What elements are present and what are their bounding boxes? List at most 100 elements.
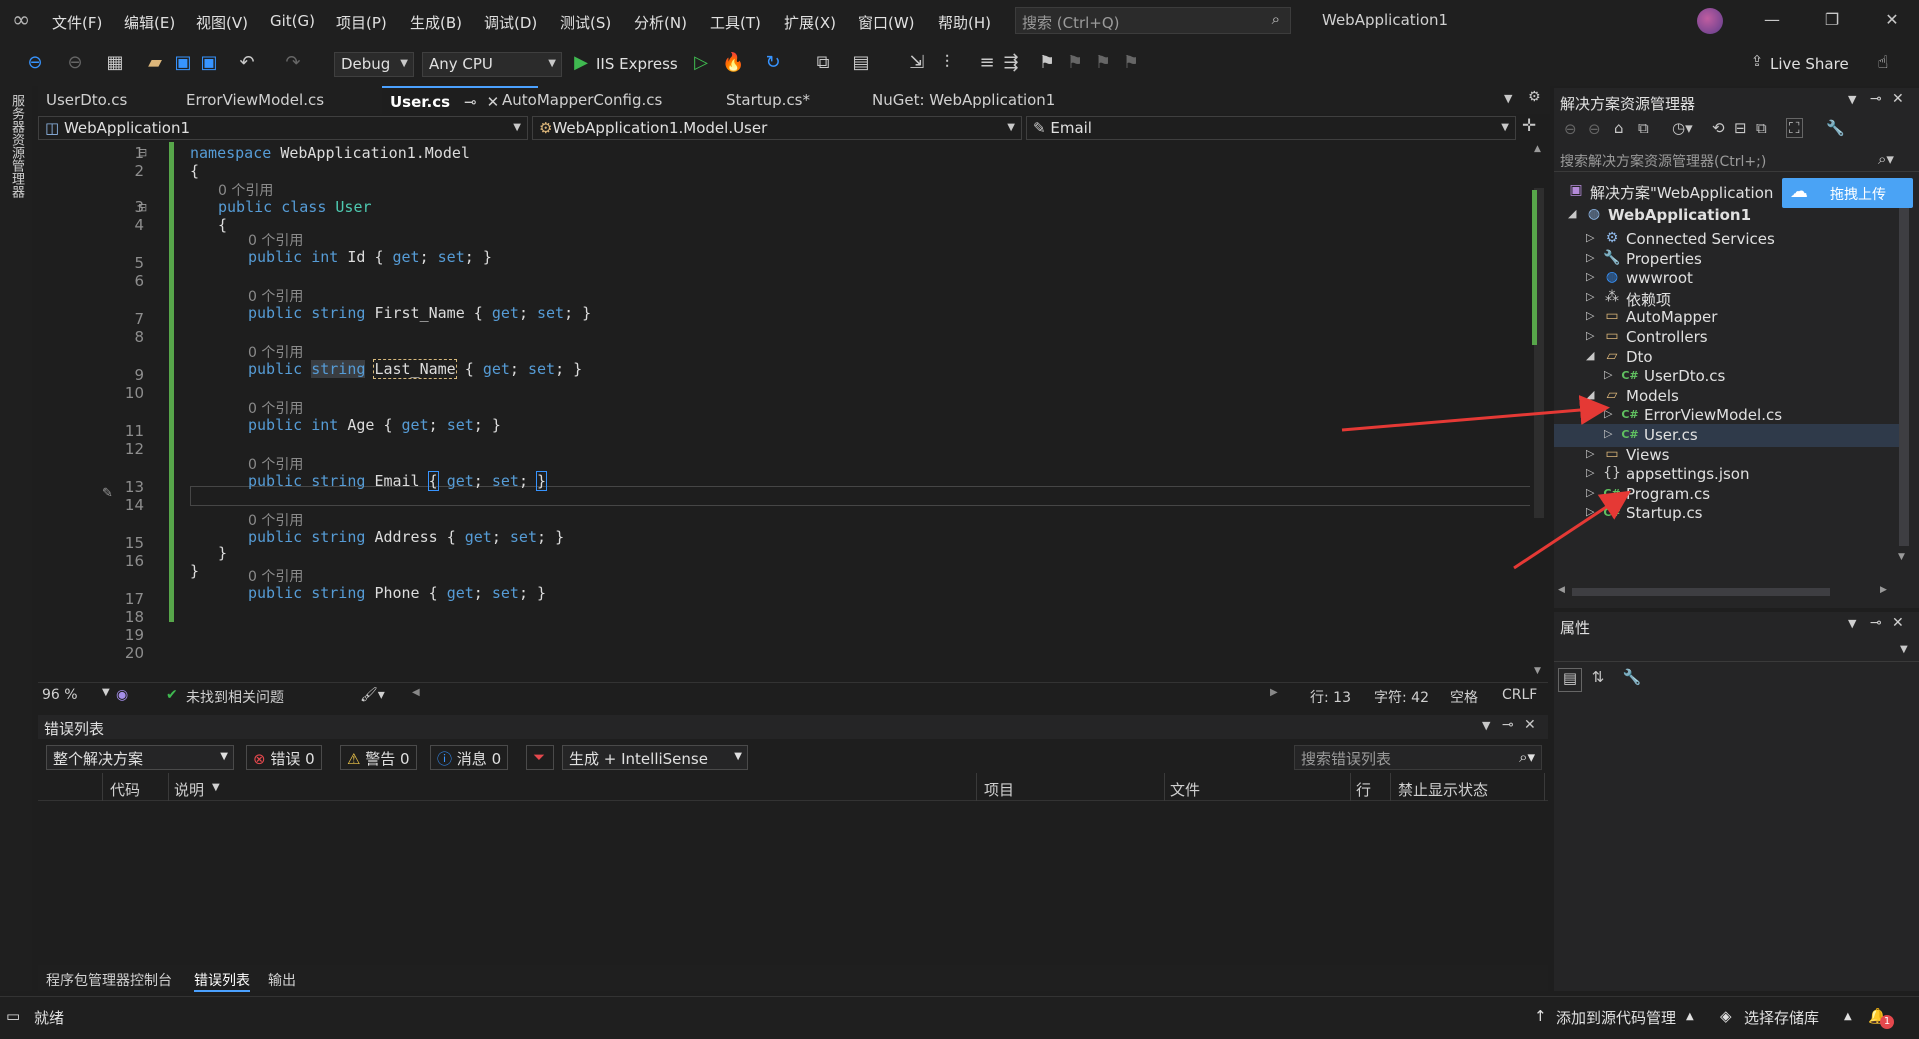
avatar[interactable] <box>1697 8 1723 34</box>
quick-actions-icon[interactable]: ✎ <box>102 486 113 501</box>
errors-filter-button[interactable]: ⊗ 错误 0 <box>246 745 322 770</box>
source-select[interactable]: 生成 + IntelliSense ▼ <box>562 745 748 770</box>
layout-icon[interactable]: ▤ <box>850 52 872 73</box>
feedback-icon[interactable]: ☝ <box>1872 52 1894 73</box>
zoom-level[interactable]: 96 % <box>42 687 78 703</box>
expand-arrow-icon[interactable]: ▷ <box>1586 447 1598 460</box>
bookmark-clear-icon[interactable]: ⚑ <box>1120 52 1142 73</box>
menu-debug[interactable]: 调试(D) <box>484 12 537 32</box>
bookmark-prev-icon[interactable]: ⚑ <box>1064 52 1086 73</box>
add-source-control-button[interactable]: 添加到源代码管理 <box>1556 1007 1676 1028</box>
live-share-icon[interactable]: ⇪ <box>1746 52 1768 70</box>
code-editor[interactable]: 1 2 3 4 5 6 7 8 9 10 11 12 13 14 15 16 17 18 19 20 ⊟ ⊟ ✎ na… <box>38 142 1548 682</box>
split-editor-icon[interactable]: ✛ <box>1522 116 1536 136</box>
column-suppression[interactable]: 禁止显示状态 <box>1398 779 1488 800</box>
filter-icon[interactable]: ⏷ <box>526 745 554 770</box>
forward-icon[interactable]: ⊖ <box>64 52 86 73</box>
upload-widget[interactable]: ☁ 拖拽上传 <box>1782 178 1913 208</box>
menu-extensions[interactable]: 扩展(X) <box>784 12 836 32</box>
step-icon[interactable]: ⇲ <box>906 52 928 73</box>
scroll-down-icon[interactable]: ▼ <box>1898 552 1905 562</box>
column-file[interactable]: 文件 <box>1170 779 1200 800</box>
whitespace-indicator[interactable]: 空格 <box>1450 687 1478 707</box>
hscrollbar-thumb[interactable] <box>1572 588 1830 596</box>
menu-project[interactable]: 项目(P) <box>336 12 387 32</box>
expand-arrow-icon[interactable]: ▷ <box>1586 309 1598 322</box>
gear-icon[interactable]: ⚙ <box>1528 89 1541 105</box>
expand-arrow-icon[interactable]: ▷ <box>1604 407 1616 420</box>
new-project-icon[interactable]: ▦ <box>104 52 126 73</box>
expand-arrow-icon[interactable]: ▷ <box>1586 329 1598 342</box>
warnings-filter-button[interactable]: ⚠ 警告 0 <box>340 745 417 770</box>
error-search-input[interactable]: 搜索错误列表 ⌕▾ <box>1294 745 1542 770</box>
expand-arrow-icon[interactable]: ▷ <box>1586 486 1598 499</box>
sync-icon[interactable]: ⟲ <box>1712 119 1725 137</box>
menu-view[interactable]: 视图(V) <box>196 12 248 32</box>
scroll-up-icon[interactable]: ▲ <box>1534 144 1541 154</box>
member-nav-select[interactable]: ✎ Email ▼ <box>1026 116 1516 140</box>
menu-analyze[interactable]: 分析(N) <box>634 12 687 32</box>
tab-userdto[interactable]: UserDto.cs <box>38 86 135 114</box>
collapse-arrow-icon[interactable]: ◢ <box>1586 349 1598 362</box>
copilot-icon[interactable]: ◉ <box>116 687 128 703</box>
chevron-up-icon[interactable]: ▲ <box>1844 1011 1852 1022</box>
char-indicator[interactable]: 字符: 42 <box>1374 687 1429 707</box>
forward-icon[interactable]: ⊖ <box>1588 120 1601 138</box>
preview-icon[interactable]: ⛶ <box>1786 118 1803 138</box>
type-nav-select[interactable]: ⚙WebApplication1.Model.User ▼ <box>532 116 1022 140</box>
project-nav-select[interactable]: ◫ WebApplication1 ▼ <box>38 116 528 140</box>
menu-git[interactable]: Git(G) <box>270 12 315 32</box>
tab-nuget[interactable]: NuGet: WebApplication1 <box>864 86 1063 114</box>
scrollbar-thumb[interactable] <box>1899 194 1909 546</box>
expand-arrow-icon[interactable]: ▷ <box>1586 270 1598 283</box>
line-indicator[interactable]: 行: 13 <box>1310 687 1351 707</box>
eol-indicator[interactable]: CRLF <box>1502 687 1537 703</box>
indent-icon[interactable]: ≡ <box>976 52 998 73</box>
menu-build[interactable]: 生成(B) <box>410 12 462 32</box>
restore-icon[interactable]: ❐ <box>1820 10 1844 30</box>
split-icon[interactable]: ⫶ <box>936 52 958 73</box>
code-lens-reference[interactable]: 0 个引用 <box>248 230 303 250</box>
pin-icon[interactable]: ⊸ <box>1502 717 1514 733</box>
show-all-files-icon[interactable]: ⧉ <box>1756 119 1767 137</box>
scroll-right-icon[interactable]: ▶ <box>1880 585 1887 595</box>
live-share-button[interactable]: Live Share <box>1770 55 1849 73</box>
tab-errorviewmodel[interactable]: ErrorViewModel.cs <box>178 86 332 114</box>
comment-icon[interactable]: ⇶ <box>1000 52 1022 73</box>
categorized-icon[interactable]: ▤ <box>1558 668 1582 692</box>
back-icon[interactable]: ⊖ <box>1564 120 1577 138</box>
tree-vscroll[interactable]: ▲ ▼ <box>1896 180 1912 580</box>
close-panel-icon[interactable]: ✕ <box>1524 717 1536 733</box>
alphabetical-icon[interactable]: ⇅ <box>1586 668 1610 692</box>
expand-arrow-icon[interactable]: ▷ <box>1586 466 1598 479</box>
tab-error-list[interactable]: 错误列表 <box>194 970 250 992</box>
menu-window[interactable]: 窗口(W) <box>858 12 915 32</box>
hscroll-right-icon[interactable]: ▶ <box>1270 687 1278 698</box>
code-lens-reference[interactable]: 0 个引用 <box>248 566 303 586</box>
menu-test[interactable]: 测试(S) <box>560 12 611 32</box>
pending-changes-icon[interactable]: ◷▾ <box>1672 119 1693 137</box>
close-panel-icon[interactable]: ✕ <box>1892 615 1904 631</box>
code-lens-reference[interactable]: 0 个引用 <box>218 180 273 200</box>
panel-dropdown-icon[interactable]: ▼ <box>1482 719 1490 732</box>
server-explorer-strip[interactable]: 服务器资源管理器 <box>0 86 32 991</box>
editor-scrollbar[interactable]: ▲ ▼ <box>1530 142 1548 682</box>
collapse-arrow-icon[interactable]: ◢ <box>1586 388 1598 401</box>
menu-file[interactable]: 文件(F) <box>52 12 102 32</box>
column-code[interactable]: 代码 <box>110 779 140 800</box>
properties-wrench-icon[interactable]: 🔧 <box>1826 119 1845 137</box>
back-icon[interactable]: ⊖ <box>24 52 46 73</box>
global-search-input[interactable]: 搜索 (Ctrl+Q) ⌕ <box>1015 7 1291 34</box>
scroll-left-icon[interactable]: ◀ <box>1558 585 1565 595</box>
expand-arrow-icon[interactable]: ▷ <box>1604 427 1616 440</box>
home-icon[interactable]: ⌂ <box>1614 119 1624 137</box>
redo-icon[interactable]: ↷ <box>282 52 304 73</box>
panel-dropdown-icon[interactable]: ▼ <box>1848 617 1856 630</box>
column-description[interactable]: 说明 <box>174 779 204 800</box>
tab-startup[interactable]: Startup.cs* <box>718 86 818 114</box>
platform-select[interactable]: Any CPU ▼ <box>422 52 562 77</box>
pin-icon[interactable]: ⊸ <box>1870 615 1882 631</box>
column-line[interactable]: 行 <box>1356 779 1371 800</box>
browser-link-icon[interactable]: ⧉ <box>812 52 834 73</box>
select-repo-button[interactable]: 选择存储库 <box>1744 1007 1819 1028</box>
